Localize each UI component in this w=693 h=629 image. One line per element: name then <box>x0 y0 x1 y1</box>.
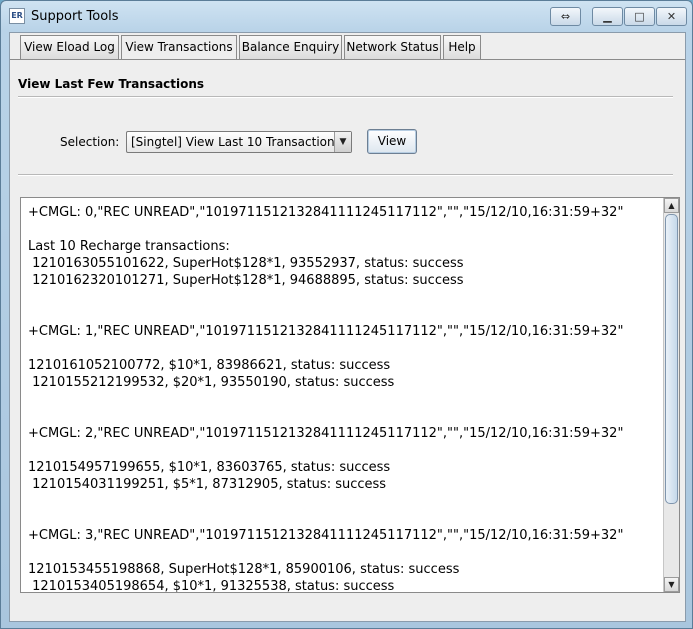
transactions-text-area[interactable]: +CMGL: 0,"REC UNREAD","10197115121328411… <box>20 197 680 593</box>
log-line: 1210155212199532, $20*1, 93550190, statu… <box>28 375 395 390</box>
log-line: 1210154957199655, $10*1, 83603765, statu… <box>28 460 391 475</box>
window-title: Support Tools <box>31 9 119 24</box>
view-button[interactable]: View <box>367 129 417 154</box>
transactions-log[interactable]: +CMGL: 0,"REC UNREAD","10197115121328411… <box>21 198 665 592</box>
log-line: +CMGL: 1,"REC UNREAD","10197115121328411… <box>28 324 624 339</box>
maximize-button[interactable]: □ <box>624 7 655 26</box>
log-line: 1210154031199251, $5*1, 87312905, status… <box>28 477 387 492</box>
tab-view-eload-log[interactable]: View Eload Log <box>20 35 119 59</box>
log-line: 1210161052100772, $10*1, 83986621, statu… <box>28 358 391 373</box>
log-line: +CMGL: 0,"REC UNREAD","10197115121328411… <box>28 205 624 220</box>
left-right-arrow-icon: ⇔ <box>560 10 571 23</box>
log-line: +CMGL: 2,"REC UNREAD","10197115121328411… <box>28 426 624 441</box>
selection-value: [Singtel] View Last 10 Transactions <box>131 135 341 149</box>
minimize-icon: ▁ <box>603 10 612 23</box>
tab-network-status[interactable]: Network Status <box>344 35 441 59</box>
client-area: View Eload Log View Transactions Balance… <box>9 32 686 622</box>
tab-balance-enquiry[interactable]: Balance Enquiry <box>239 35 342 59</box>
left-right-arrow-button[interactable]: ⇔ <box>550 7 581 26</box>
selection-label: Selection: <box>60 135 120 149</box>
log-line: +CMGL: 3,"REC UNREAD","10197115121328411… <box>28 528 624 543</box>
chevron-down-icon[interactable]: ▼ <box>334 132 351 152</box>
section-title: View Last Few Transactions <box>18 77 205 91</box>
selection-dropdown[interactable]: [Singtel] View Last 10 Transactions ▼ <box>126 131 352 153</box>
log-line: 1210153405198654, $10*1, 91325538, statu… <box>28 579 395 592</box>
log-line: 1210162320101271, SuperHot$128*1, 946888… <box>28 273 464 288</box>
tab-help[interactable]: Help <box>443 35 481 59</box>
separator-top <box>18 96 673 98</box>
scrollbar-thumb[interactable] <box>665 214 678 504</box>
app-logo-icon: ER <box>9 8 25 24</box>
maximize-icon: □ <box>634 10 645 23</box>
tab-divider <box>10 59 685 60</box>
log-line: 1210153455198868, SuperHot$128*1, 859001… <box>28 562 460 577</box>
scroll-up-arrow-icon[interactable]: ▲ <box>664 198 679 213</box>
log-line: Last 10 Recharge transactions: <box>28 239 230 254</box>
log-line: 1210163055101622, SuperHot$128*1, 935529… <box>28 256 464 271</box>
vertical-scrollbar[interactable]: ▲ ▼ <box>663 198 679 592</box>
separator-bottom <box>18 174 673 176</box>
close-button[interactable]: ✕ <box>656 7 687 26</box>
close-icon: ✕ <box>666 10 677 23</box>
title-bar[interactable]: ER Support Tools ⇔ ▁ □ ✕ <box>1 1 692 33</box>
minimize-button[interactable]: ▁ <box>592 7 623 26</box>
tab-view-transactions[interactable]: View Transactions <box>121 35 237 60</box>
scroll-down-arrow-icon[interactable]: ▼ <box>664 577 679 592</box>
support-tools-window: ER Support Tools ⇔ ▁ □ ✕ View Eload Log … <box>0 0 693 629</box>
